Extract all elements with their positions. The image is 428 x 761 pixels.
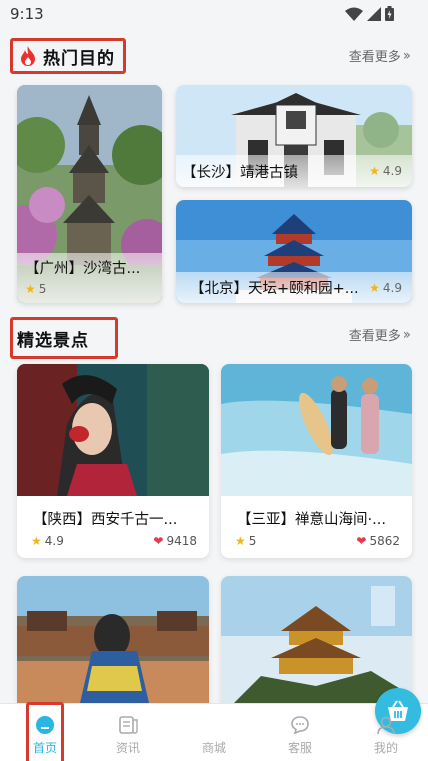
hot-card-title: 【广州】沙湾古... bbox=[25, 261, 141, 277]
spot-rating: ★ 5 bbox=[235, 534, 256, 548]
battery-icon bbox=[385, 6, 394, 21]
rating-value: 4.9 bbox=[382, 164, 402, 178]
spots-more-label: 查看更多 bbox=[348, 329, 401, 344]
spot-card-image bbox=[17, 576, 209, 716]
hot-card-rating: ★ 5 bbox=[25, 282, 152, 296]
home-icon bbox=[34, 714, 56, 736]
hot-title: 热门目的 bbox=[43, 48, 115, 69]
tab-news[interactable]: 资讯 bbox=[98, 704, 158, 761]
hot-card-overlay: 【北京】天坛+颐和园+... ★ 4.9 bbox=[176, 272, 412, 303]
spot-card-meta: ★ 4.9 ❤ 9418 bbox=[31, 534, 197, 548]
spot-card-image bbox=[17, 364, 209, 496]
rating-value: 4.9 bbox=[382, 280, 402, 295]
hot-card-beijing[interactable]: 【北京】天坛+颐和园+... ★ 4.9 bbox=[176, 200, 412, 303]
hot-card-guangzhou[interactable]: 【广州】沙湾古... ★ 5 bbox=[17, 85, 162, 303]
spot-card-xian[interactable]: 【陕西】西安千古一... ★ 4.9 ❤ 9418 bbox=[17, 364, 209, 558]
spot-card-sanya[interactable]: 【三亚】禅意山海间·... ★ 5 ❤ 5862 bbox=[221, 364, 412, 558]
spot-card-fenghuang[interactable] bbox=[17, 576, 209, 716]
hot-card-overlay: 【广州】沙湾古... ★ 5 bbox=[17, 253, 162, 303]
spot-card-title: 【三亚】禅意山海间·... bbox=[237, 512, 386, 528]
signal-icon bbox=[367, 6, 381, 21]
double-chevron-icon: ›› bbox=[402, 47, 411, 64]
tab-service-label: 客服 bbox=[287, 741, 312, 755]
spots-section-header: 精选景点 查看更多 ›› bbox=[0, 317, 428, 361]
spot-rating: ★ 4.9 bbox=[31, 534, 64, 548]
tab-mall[interactable]: 商城 bbox=[184, 688, 421, 761]
spots-title-box: 精选景点 bbox=[10, 317, 118, 359]
star-icon: ★ bbox=[369, 280, 380, 295]
tab-home-label: 首页 bbox=[32, 741, 57, 755]
star-icon: ★ bbox=[369, 164, 380, 178]
tab-home[interactable]: 首页 bbox=[15, 704, 75, 761]
star-icon: ★ bbox=[31, 534, 42, 548]
bottom-tab-bar: 首页 资讯 商城 客服 我的 bbox=[0, 688, 428, 761]
spot-card-title: 【陕西】西安千古一... bbox=[33, 512, 178, 528]
rating-value: 4.9 bbox=[44, 534, 64, 548]
hot-title-box: 热门目的 bbox=[10, 38, 126, 74]
spot-card-image bbox=[221, 364, 412, 496]
rating-value: 5 bbox=[38, 282, 47, 296]
status-icons bbox=[345, 6, 394, 21]
heart-icon: ❤ bbox=[153, 534, 164, 548]
hot-card-overlay: 【长沙】靖港古镇 ★ 4.9 bbox=[176, 155, 412, 187]
fire-icon bbox=[21, 46, 35, 66]
status-bar: 9:13 bbox=[0, 0, 428, 28]
spot-card-meta: ★ 5 ❤ 5862 bbox=[235, 534, 400, 548]
star-icon: ★ bbox=[235, 534, 246, 548]
hot-card-title: 【北京】天坛+颐和园+... bbox=[190, 281, 359, 297]
spot-likes: ❤ 9418 bbox=[153, 534, 197, 548]
tab-mine-label: 我的 bbox=[373, 741, 398, 755]
heart-icon: ❤ bbox=[356, 534, 367, 548]
spots-more-link[interactable]: 查看更多 ›› bbox=[348, 325, 411, 345]
spots-title: 精选景点 bbox=[17, 330, 89, 351]
spot-likes: ❤ 5862 bbox=[356, 534, 400, 548]
hot-card-rating: ★ 4.9 bbox=[369, 164, 402, 178]
tab-mall-label: 商城 bbox=[201, 741, 226, 755]
likes-value: 9418 bbox=[166, 534, 197, 548]
tab-mine[interactable]: 我的 bbox=[356, 704, 416, 761]
status-time: 9:13 bbox=[10, 5, 44, 23]
tab-news-label: 资讯 bbox=[115, 741, 140, 755]
wifi-icon bbox=[345, 7, 363, 21]
user-icon bbox=[375, 714, 397, 736]
likes-value: 5862 bbox=[369, 534, 400, 548]
hot-more-link[interactable]: 查看更多 ›› bbox=[348, 46, 411, 66]
star-icon: ★ bbox=[25, 282, 36, 296]
rating-value: 5 bbox=[248, 534, 257, 548]
hot-card-changsha[interactable]: 【长沙】靖港古镇 ★ 4.9 bbox=[176, 85, 412, 187]
news-icon bbox=[117, 714, 139, 736]
hot-card-title: 【长沙】靖港古镇 bbox=[182, 164, 298, 181]
hot-card-rating: ★ 4.9 bbox=[369, 281, 402, 295]
double-chevron-icon: ›› bbox=[402, 326, 411, 343]
chat-bubble-icon bbox=[289, 714, 311, 736]
hot-more-label: 查看更多 bbox=[348, 50, 401, 65]
hot-section-header: 热门目的 查看更多 ›› bbox=[0, 38, 428, 82]
tab-service[interactable]: 客服 bbox=[270, 704, 330, 761]
